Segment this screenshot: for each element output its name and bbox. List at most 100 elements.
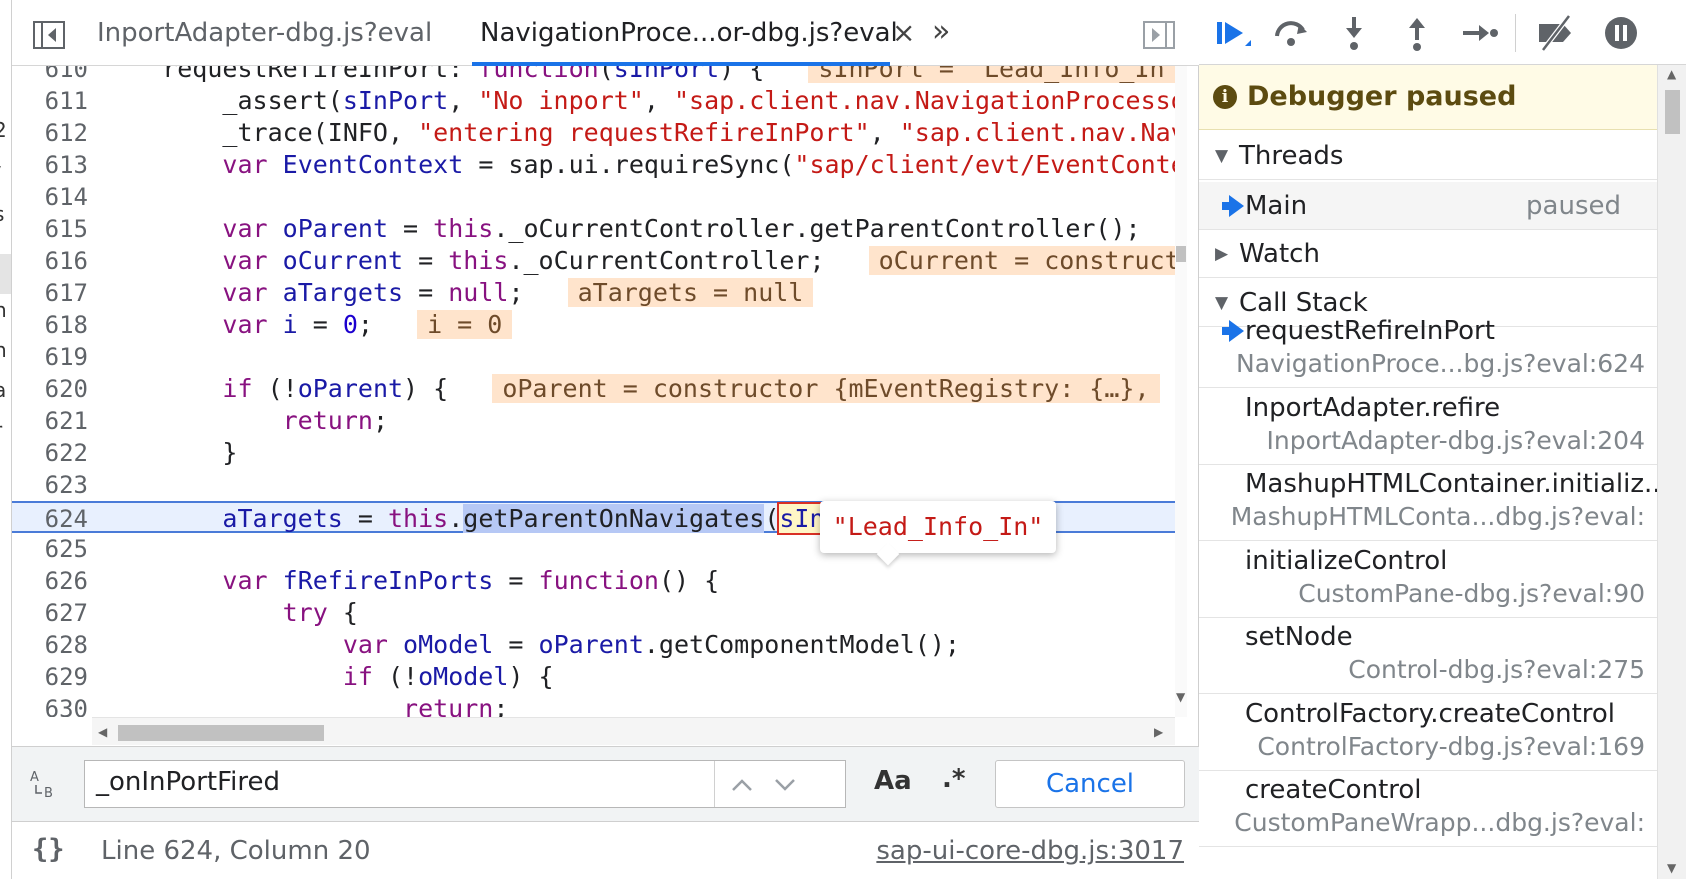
line-number[interactable]: 626 [12,565,88,597]
code-line[interactable]: 630 return; [12,693,1175,717]
code-line[interactable]: 622 } [12,437,1175,469]
line-number[interactable]: 618 [12,309,88,341]
line-number[interactable]: 613 [12,149,88,181]
tab-navigation-processor[interactable]: NavigationProce...or-dbg.js?eval [480,18,898,48]
line-number[interactable]: 623 [12,469,88,501]
line-number[interactable]: 612 [12,117,88,149]
line-number[interactable]: 629 [12,661,88,693]
line-number[interactable]: 611 [12,85,88,117]
code-line[interactable]: 628 var oModel = oParent.getComponentMod… [12,629,1175,661]
line-number[interactable]: 625 [12,533,88,565]
code-line[interactable]: 627 try { [12,597,1175,629]
code-line[interactable]: 629 if (!oModel) { [12,661,1175,693]
scrollbar-thumb[interactable] [118,725,324,741]
pause-on-exceptions-icon[interactable] [1601,14,1641,52]
code-line[interactable]: 626 var fRefireInPorts = function() { [12,565,1175,597]
scroll-down-icon[interactable]: ▼ [1667,861,1676,875]
code-line[interactable]: 614 [12,181,1175,213]
scrollbar-thumb[interactable] [1665,90,1680,134]
line-number[interactable]: 610 [12,66,88,85]
code-text: var oCurrent = this._oCurrentController;… [102,245,1187,277]
expanded-triangle-icon: ▼ [1215,146,1229,166]
code-text: var fRefireInPorts = function() { [222,566,720,595]
code-view[interactable]: 610 requestRefireInPort: function(sInPor… [12,66,1187,717]
code-text: requestRefireInPort: function(sInPort) {… [102,66,1187,85]
code-line[interactable]: 621 return; [12,405,1175,437]
deactivate-breakpoints-icon[interactable] [1535,14,1575,52]
call-frame[interactable]: ControlFactory.createControl ControlFacto… [1199,689,1657,771]
code-line[interactable]: 616 var oCurrent = this._oCurrentControl… [12,245,1187,277]
line-number[interactable]: 628 [12,629,88,661]
match-case-button[interactable]: Aa [874,766,912,796]
call-frame[interactable]: requestRefireInPort NavigationProce...bg.… [1199,306,1657,388]
code-line[interactable]: 611 _assert(sInPort, "No inport", "sap.c… [12,85,1187,117]
line-number[interactable]: 630 [12,693,88,717]
line-number[interactable]: 621 [12,405,88,437]
code-line[interactable]: 617 var aTargets = null; aTargets = null [12,277,1175,309]
line-number[interactable]: 616 [12,245,88,277]
close-tab-icon[interactable]: × [892,16,915,49]
replace-toggle-icon[interactable]: AB [28,767,58,805]
step-into-icon[interactable] [1334,14,1374,52]
source-location-link[interactable]: sap-ui-core-dbg.js:3017 [876,836,1184,866]
step-icon[interactable] [1459,14,1499,52]
code-line[interactable]: 612 _trace(INFO, "entering requestRefire… [12,117,1187,149]
code-line[interactable]: 620 if (!oParent) { oParent = constructo… [12,373,1175,405]
previous-match-button[interactable] [719,761,765,807]
scroll-up-icon[interactable]: ▲ [1667,67,1676,81]
code-line[interactable]: 623 [12,469,1175,501]
call-frame[interactable]: createControl CustomPaneWrapp...dbg.js?ev… [1199,765,1657,847]
scrollbar-thumb[interactable] [1176,246,1186,262]
line-number[interactable]: 620 [12,373,88,405]
toolbar-divider [1515,14,1516,52]
line-number[interactable]: 615 [12,213,88,245]
editor-horizontal-scrollbar[interactable]: ◀ ▶ [92,717,1175,745]
step-out-icon[interactable] [1397,14,1437,52]
scroll-right-icon[interactable]: ▶ [1154,725,1163,739]
line-number[interactable]: 624 [12,503,88,535]
tab-inport-adapter[interactable]: InportAdapter-dbg.js?eval [97,18,432,48]
next-match-button[interactable] [762,761,808,807]
line-number[interactable]: 614 [12,181,88,213]
step-over-icon[interactable] [1271,14,1311,52]
resume-icon[interactable] [1213,14,1253,52]
more-tabs-icon[interactable]: » [932,14,950,49]
call-frame[interactable]: MashupHTMLContainer.initializ... MashupHT… [1199,459,1669,541]
line-number[interactable]: 622 [12,437,88,469]
watch-label: Watch [1239,239,1320,269]
editor-vertical-scrollbar[interactable]: ▼ [1175,66,1187,717]
scroll-down-icon[interactable]: ▼ [1176,690,1185,704]
thread-main[interactable]: Main paused [1199,182,1657,230]
pretty-print-icon[interactable]: {} [32,834,65,865]
code-line[interactable]: 615 var oParent = this._oCurrentControll… [12,213,1175,245]
toggle-navigator-icon[interactable] [32,20,66,50]
code-line[interactable]: 618 var i = 0; i = 0 [12,309,1175,341]
frame-location: NavigationProce...bg.js?eval:624 [1236,349,1645,378]
threads-section-header[interactable]: ▼ Threads [1199,132,1657,180]
frame-location: CustomPane-dbg.js?eval:90 [1298,578,1645,608]
debugger-scrollbar[interactable]: ▲ ▼ [1657,65,1686,879]
threads-label: Threads [1239,141,1344,171]
code-line[interactable]: 610 requestRefireInPort: function(sInPor… [12,66,1187,85]
navigator-pane-edge: 2 / s i h n a r [0,0,12,879]
code-line[interactable]: 613 var EventContext = sap.ui.requireSyn… [12,149,1187,181]
frame-function-name: requestRefireInPort [1245,316,1495,346]
debugger-sidebar: i Debugger paused ▼ Threads Main paused … [1199,0,1686,879]
code-text: if (!oModel) { [342,662,554,691]
call-frame[interactable]: initializeControl CustomPane-dbg.js?eval:… [1199,536,1657,618]
info-icon: i [1213,85,1237,109]
watch-section-header[interactable]: ▶ Watch [1199,230,1657,278]
scroll-left-icon[interactable]: ◀ [98,725,107,739]
regex-button[interactable]: .* [942,764,965,794]
code-text: var aTargets = null; aTargets = null [102,277,814,309]
line-number[interactable]: 619 [12,341,88,373]
toggle-debugger-icon[interactable] [1142,20,1176,50]
thread-name: Main [1245,191,1308,221]
call-frame[interactable]: InportAdapter.refire InportAdapter-dbg.js… [1199,383,1657,465]
code-line[interactable]: 619 [12,341,1175,373]
line-number[interactable]: 627 [12,597,88,629]
call-frame[interactable]: setNode Control-dbg.js?eval:275 [1199,612,1657,694]
line-number[interactable]: 617 [12,277,88,309]
debugger-paused-banner: i Debugger paused [1199,65,1657,130]
cancel-button[interactable]: Cancel [995,760,1185,808]
